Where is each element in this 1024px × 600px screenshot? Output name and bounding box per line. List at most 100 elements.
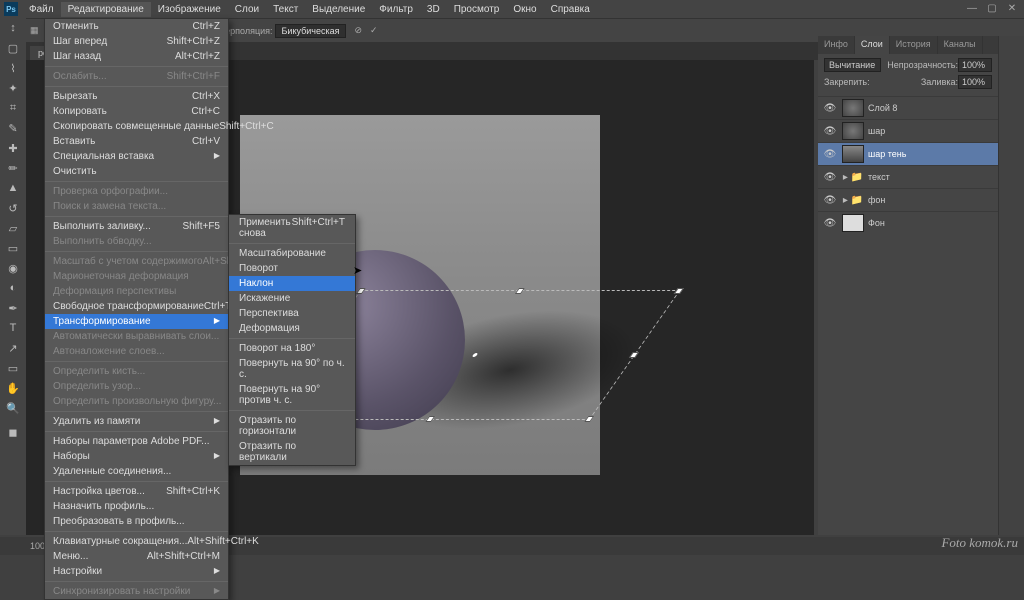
- submenu-item[interactable]: Поворот на 180°: [229, 341, 355, 356]
- submenu-item[interactable]: Повернуть на 90° против ч. с.: [229, 382, 355, 408]
- menu-item[interactable]: Удалить из памяти▶: [45, 414, 228, 429]
- transform-submenu[interactable]: Применить сноваShift+Ctrl+TМасштабирован…: [228, 214, 356, 466]
- menu-окно[interactable]: Окно: [506, 2, 543, 17]
- shape-tool[interactable]: ▭: [0, 358, 26, 378]
- edit-menu-dropdown[interactable]: ОтменитьCtrl+ZШаг впередShift+Ctrl+ZШаг …: [44, 18, 229, 600]
- submenu-item[interactable]: Повернуть на 90° по ч. с.: [229, 356, 355, 382]
- menu-item[interactable]: Настройки▶: [45, 564, 228, 579]
- menu-файл[interactable]: Файл: [22, 2, 61, 17]
- layer-name[interactable]: шар тень: [868, 149, 994, 159]
- layer-row[interactable]: 👁 ▸ 📁 текст: [818, 165, 998, 188]
- menu-item[interactable]: Настройка цветов...Shift+Ctrl+K: [45, 484, 228, 499]
- stamp-tool[interactable]: ▲: [0, 178, 26, 198]
- menu-item[interactable]: Меню...Alt+Shift+Ctrl+M: [45, 549, 228, 564]
- submenu-item[interactable]: Масштабирование: [229, 246, 355, 261]
- menu-item[interactable]: Преобразовать в профиль...: [45, 514, 228, 529]
- menu-item[interactable]: Наборы параметров Adobe PDF...: [45, 434, 228, 449]
- wand-tool[interactable]: ✦: [0, 78, 26, 98]
- brush-tool[interactable]: ✏: [0, 158, 26, 178]
- cancel-transform-icon[interactable]: ⊘: [354, 25, 362, 36]
- layer-thumbnail[interactable]: [842, 145, 864, 163]
- eraser-tool[interactable]: ▱: [0, 218, 26, 238]
- panel-dock[interactable]: [998, 36, 1024, 535]
- maximize-button[interactable]: ▢: [982, 0, 1002, 16]
- folder-icon[interactable]: ▸ 📁: [842, 168, 864, 186]
- menu-item[interactable]: Трансформирование▶: [45, 314, 228, 329]
- submenu-item[interactable]: Перспектива: [229, 306, 355, 321]
- menu-3d[interactable]: 3D: [420, 2, 447, 17]
- menu-item[interactable]: Клавиатурные сокращения...Alt+Shift+Ctrl…: [45, 534, 228, 549]
- menu-item[interactable]: Шаг назадAlt+Ctrl+Z: [45, 49, 228, 64]
- menu-item[interactable]: КопироватьCtrl+C: [45, 104, 228, 119]
- visibility-toggle[interactable]: 👁: [822, 195, 838, 206]
- move-tool[interactable]: ↕: [0, 18, 26, 38]
- menu-item[interactable]: ОтменитьCtrl+Z: [45, 19, 228, 34]
- handle-bottom-right[interactable]: [584, 416, 594, 422]
- layer-row[interactable]: 👁 Слой 8: [818, 96, 998, 119]
- type-tool[interactable]: T: [0, 318, 26, 338]
- menu-item[interactable]: Наборы▶: [45, 449, 228, 464]
- menu-просмотр[interactable]: Просмотр: [447, 2, 507, 17]
- panel-tab[interactable]: Каналы: [938, 36, 983, 54]
- hand-tool[interactable]: ✋: [0, 378, 26, 398]
- healing-tool[interactable]: ✚: [0, 138, 26, 158]
- menu-справка[interactable]: Справка: [544, 2, 597, 17]
- visibility-toggle[interactable]: 👁: [822, 218, 838, 229]
- lasso-tool[interactable]: ⌇: [0, 58, 26, 78]
- blur-tool[interactable]: ◉: [0, 258, 26, 278]
- visibility-toggle[interactable]: 👁: [822, 103, 838, 114]
- zoom-tool[interactable]: 🔍: [0, 398, 26, 418]
- layer-row[interactable]: 👁 Фон: [818, 211, 998, 234]
- layer-row[interactable]: 👁шар: [818, 119, 998, 142]
- menu-item[interactable]: Скопировать совмещенные данныеShift+Ctrl…: [45, 119, 228, 134]
- close-button[interactable]: ✕: [1002, 0, 1022, 16]
- menu-item[interactable]: Очистить: [45, 164, 228, 179]
- handle-top-right[interactable]: [674, 288, 684, 294]
- commit-transform-icon[interactable]: ✓: [370, 25, 378, 36]
- layer-row[interactable]: 👁 шар тень: [818, 142, 998, 165]
- submenu-item[interactable]: Деформация: [229, 321, 355, 336]
- interp-select[interactable]: Бикубическая: [275, 24, 347, 38]
- layer-row[interactable]: 👁▸ 📁фон: [818, 188, 998, 211]
- gradient-tool[interactable]: ▭: [0, 238, 26, 258]
- submenu-item[interactable]: Наклон: [229, 276, 355, 291]
- color-swatch[interactable]: ◼: [0, 422, 26, 442]
- submenu-item[interactable]: Искажение: [229, 291, 355, 306]
- visibility-toggle[interactable]: 👁: [822, 126, 838, 137]
- layer-name[interactable]: текст: [868, 172, 994, 182]
- panel-tab[interactable]: Инфо: [818, 36, 855, 54]
- panel-tab[interactable]: Слои: [855, 36, 890, 54]
- minimize-button[interactable]: —: [962, 0, 982, 16]
- panel-tab[interactable]: История: [890, 36, 938, 54]
- layer-thumbnail[interactable]: [842, 122, 864, 140]
- dodge-tool[interactable]: ◐: [0, 278, 26, 298]
- marquee-tool[interactable]: ▢: [0, 38, 26, 58]
- layer-name[interactable]: Слой 8: [868, 103, 994, 113]
- menu-выделение[interactable]: Выделение: [305, 2, 372, 17]
- fill-value[interactable]: 100%: [958, 75, 992, 89]
- menu-item[interactable]: ВырезатьCtrl+X: [45, 89, 228, 104]
- layer-name[interactable]: фон: [868, 195, 994, 205]
- layer-thumbnail[interactable]: [842, 214, 864, 232]
- menu-item[interactable]: ВставитьCtrl+V: [45, 134, 228, 149]
- menu-текст[interactable]: Текст: [266, 2, 305, 17]
- submenu-item[interactable]: Отразить по вертикали: [229, 439, 355, 465]
- history-brush-tool[interactable]: ↺: [0, 198, 26, 218]
- menu-редактирование[interactable]: Редактирование: [61, 2, 151, 17]
- blend-mode-select[interactable]: Вычитание: [824, 58, 881, 72]
- menu-item[interactable]: Удаленные соединения...: [45, 464, 228, 479]
- menu-item[interactable]: Выполнить заливку...Shift+F5: [45, 219, 228, 234]
- menu-item[interactable]: Свободное трансформированиеCtrl+T: [45, 299, 228, 314]
- layer-name[interactable]: Фон: [868, 218, 994, 228]
- eyedropper-tool[interactable]: ✎: [0, 118, 26, 138]
- menu-фильтр[interactable]: Фильтр: [372, 2, 420, 17]
- handle-top-center[interactable]: [515, 288, 525, 294]
- menu-изображение[interactable]: Изображение: [151, 2, 228, 17]
- visibility-toggle[interactable]: 👁: [822, 172, 838, 183]
- crop-tool[interactable]: ⌗: [0, 98, 26, 118]
- submenu-item[interactable]: Отразить по горизонтали: [229, 413, 355, 439]
- opacity-value[interactable]: 100%: [958, 58, 992, 72]
- menu-item[interactable]: Специальная вставка▶: [45, 149, 228, 164]
- layer-thumbnail[interactable]: [842, 99, 864, 117]
- visibility-toggle[interactable]: 👁: [822, 149, 838, 160]
